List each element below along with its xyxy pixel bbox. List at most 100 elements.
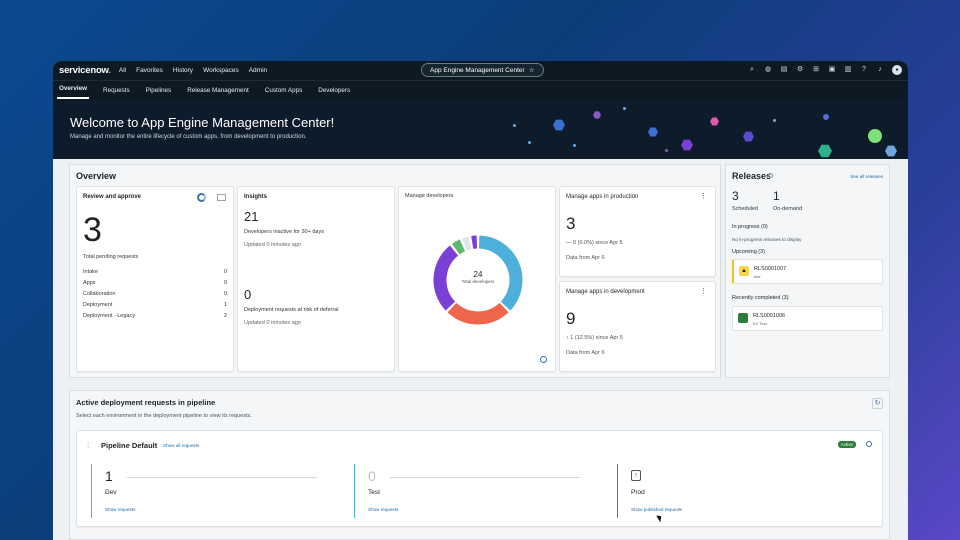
- search-icon[interactable]: ⌕: [748, 65, 756, 75]
- tab-overview[interactable]: Overview: [57, 85, 90, 99]
- more-options-icon[interactable]: ⋮: [700, 192, 707, 200]
- gear-icon[interactable]: ⚙: [796, 65, 804, 75]
- risk-label[interactable]: Deployment requests at risk of deferral: [244, 307, 338, 313]
- dev-show-requests-link[interactable]: Show requests: [105, 507, 135, 512]
- globe-icon[interactable]: ◍: [764, 65, 772, 75]
- release-id: RLS0001006: [753, 313, 786, 319]
- grid-icon[interactable]: ⊞: [812, 65, 820, 75]
- development-data-from: Data from Apr 6: [566, 350, 605, 356]
- app-title-pill[interactable]: App Engine Management Center ☆: [421, 63, 544, 77]
- nav-workspaces[interactable]: Workspaces: [203, 67, 239, 74]
- scheduled-label: Scheduled: [732, 206, 758, 212]
- user-avatar[interactable]: ●: [892, 65, 902, 75]
- tab-developers[interactable]: Developers: [316, 87, 352, 99]
- donut-segment[interactable]: [451, 239, 466, 255]
- clipboard-icon[interactable]: ▥: [844, 65, 852, 75]
- donut-segment[interactable]: [447, 302, 509, 325]
- test-show-requests-link[interactable]: Show requests: [368, 507, 398, 512]
- inactive-count: 21: [244, 209, 259, 224]
- list-item[interactable]: Collaboration 0: [83, 291, 227, 297]
- donut-segment[interactable]: [462, 236, 472, 251]
- doc-icon[interactable]: ▤: [780, 65, 788, 75]
- stage-marker-test: [354, 464, 355, 518]
- info-icon[interactable]: [866, 441, 872, 447]
- pending-label: Total pending requests: [83, 254, 139, 260]
- stage-connector: [390, 477, 580, 478]
- pipeline-card: ⫶ Pipeline Default Show all requests Act…: [76, 430, 883, 527]
- completed-release-card[interactable]: RLS0001006 EV Test: [732, 306, 883, 331]
- help-icon[interactable]: ?: [860, 65, 868, 75]
- dev-stage-name[interactable]: Dev: [105, 489, 117, 496]
- pending-count: 3: [83, 211, 102, 249]
- dev-count: 1: [105, 468, 113, 484]
- bell-icon[interactable]: ♪: [876, 65, 884, 75]
- list-item[interactable]: Intake 0: [83, 269, 227, 275]
- list-item[interactable]: Deployment 1: [83, 302, 227, 308]
- decor-dot: [773, 119, 776, 122]
- development-change: ↑ 1 (12.5%) since Apr 5: [566, 335, 623, 341]
- show-all-requests-link[interactable]: Show all requests: [163, 443, 199, 448]
- decor-hex: [710, 117, 719, 126]
- decor-hex: [818, 144, 832, 158]
- info-icon[interactable]: [768, 173, 773, 178]
- decor-hex: [885, 145, 897, 157]
- review-title: Review and approve: [83, 194, 142, 200]
- list-item[interactable]: Apps 0: [83, 280, 227, 286]
- more-options-icon[interactable]: ⋮: [700, 287, 707, 295]
- top-icon-tray: ⌕ ◍ ▤ ⚙ ⊞ ▣ ▥ ? ♪ ●: [748, 65, 902, 75]
- tab-custom-apps[interactable]: Custom Apps: [263, 87, 304, 99]
- prod-show-published-link[interactable]: Show published requests: [631, 507, 682, 512]
- ondemand-label: On-demand: [773, 206, 803, 212]
- info-icon[interactable]: [540, 356, 547, 363]
- development-apps-card[interactable]: Manage apps in development ⋮ 9 ↑ 1 (12.5…: [559, 281, 716, 372]
- decor-hex: [593, 111, 601, 119]
- insights-card: Insights 21 Developers inactive for 30+ …: [237, 186, 395, 372]
- review-approve-card[interactable]: Review and approve 3 Total pending reque…: [76, 186, 234, 372]
- test-count: 0: [368, 468, 376, 484]
- inactive-updated: Updated 0 minutes ago: [244, 242, 301, 248]
- pipeline-icon: ⫶: [87, 441, 89, 450]
- overview-title: Overview: [76, 171, 117, 181]
- decor-dot: [665, 149, 668, 152]
- welcome-title: Welcome to App Engine Management Center!: [70, 115, 335, 130]
- chart-icon[interactable]: [197, 193, 206, 202]
- nav-history[interactable]: History: [173, 67, 193, 74]
- development-count: 9: [566, 309, 576, 328]
- nav-favorites[interactable]: Favorites: [136, 67, 163, 74]
- pipeline-section-subtitle: Select each environment in the deploymen…: [76, 413, 252, 419]
- test-stage-name[interactable]: Test: [368, 489, 380, 496]
- tab-bar: Overview Requests Pipelines Release Mana…: [53, 80, 908, 99]
- stage-marker-prod: [617, 464, 618, 518]
- top-nav-menu: All Favorites History Workspaces Admin: [119, 67, 267, 74]
- production-apps-card[interactable]: Manage apps in production ⋮ 3 — 0 (0.0%)…: [559, 186, 716, 277]
- upcoming-release-card[interactable]: ▲ RLS0001007 test: [732, 259, 883, 284]
- tab-requests[interactable]: Requests: [101, 87, 132, 99]
- decor-hex: [743, 131, 754, 142]
- nav-all[interactable]: All: [119, 67, 126, 74]
- tab-pipelines[interactable]: Pipelines: [144, 87, 174, 99]
- refresh-icon[interactable]: ↻: [872, 398, 883, 409]
- status-badge: Active: [837, 441, 856, 448]
- table-icon[interactable]: [217, 194, 226, 201]
- nav-admin[interactable]: Admin: [249, 67, 267, 74]
- decor-dot: [513, 124, 516, 127]
- image-icon[interactable]: ▣: [828, 65, 836, 75]
- inactive-label[interactable]: Developers inactive for 30+ days: [244, 229, 324, 235]
- ondemand-count: 1: [773, 189, 780, 203]
- list-item[interactable]: Deployment - Legacy 2: [83, 313, 227, 319]
- releases-title: Releases: [732, 171, 772, 181]
- stage-connector: [127, 477, 317, 478]
- production-count: 3: [566, 214, 576, 233]
- development-title: Manage apps in development: [566, 289, 645, 295]
- see-all-releases-link[interactable]: See all releases: [850, 174, 883, 179]
- tab-release-management[interactable]: Release Management: [185, 87, 251, 99]
- no-in-progress-text: No in-progress releases to display: [732, 237, 802, 242]
- developers-title: Manage developers: [405, 193, 454, 199]
- star-icon[interactable]: ☆: [529, 66, 535, 74]
- pipeline-name: Pipeline Default: [101, 441, 158, 450]
- prod-stage-name[interactable]: Prod: [631, 489, 645, 496]
- developers-total-label: Total developers: [461, 279, 495, 284]
- manage-developers-card[interactable]: Manage developers 24 Total developers: [398, 186, 556, 372]
- overview-panel: Overview Review and approve 3 Total pend…: [69, 164, 721, 378]
- servicenow-logo[interactable]: servicenow.: [59, 65, 111, 76]
